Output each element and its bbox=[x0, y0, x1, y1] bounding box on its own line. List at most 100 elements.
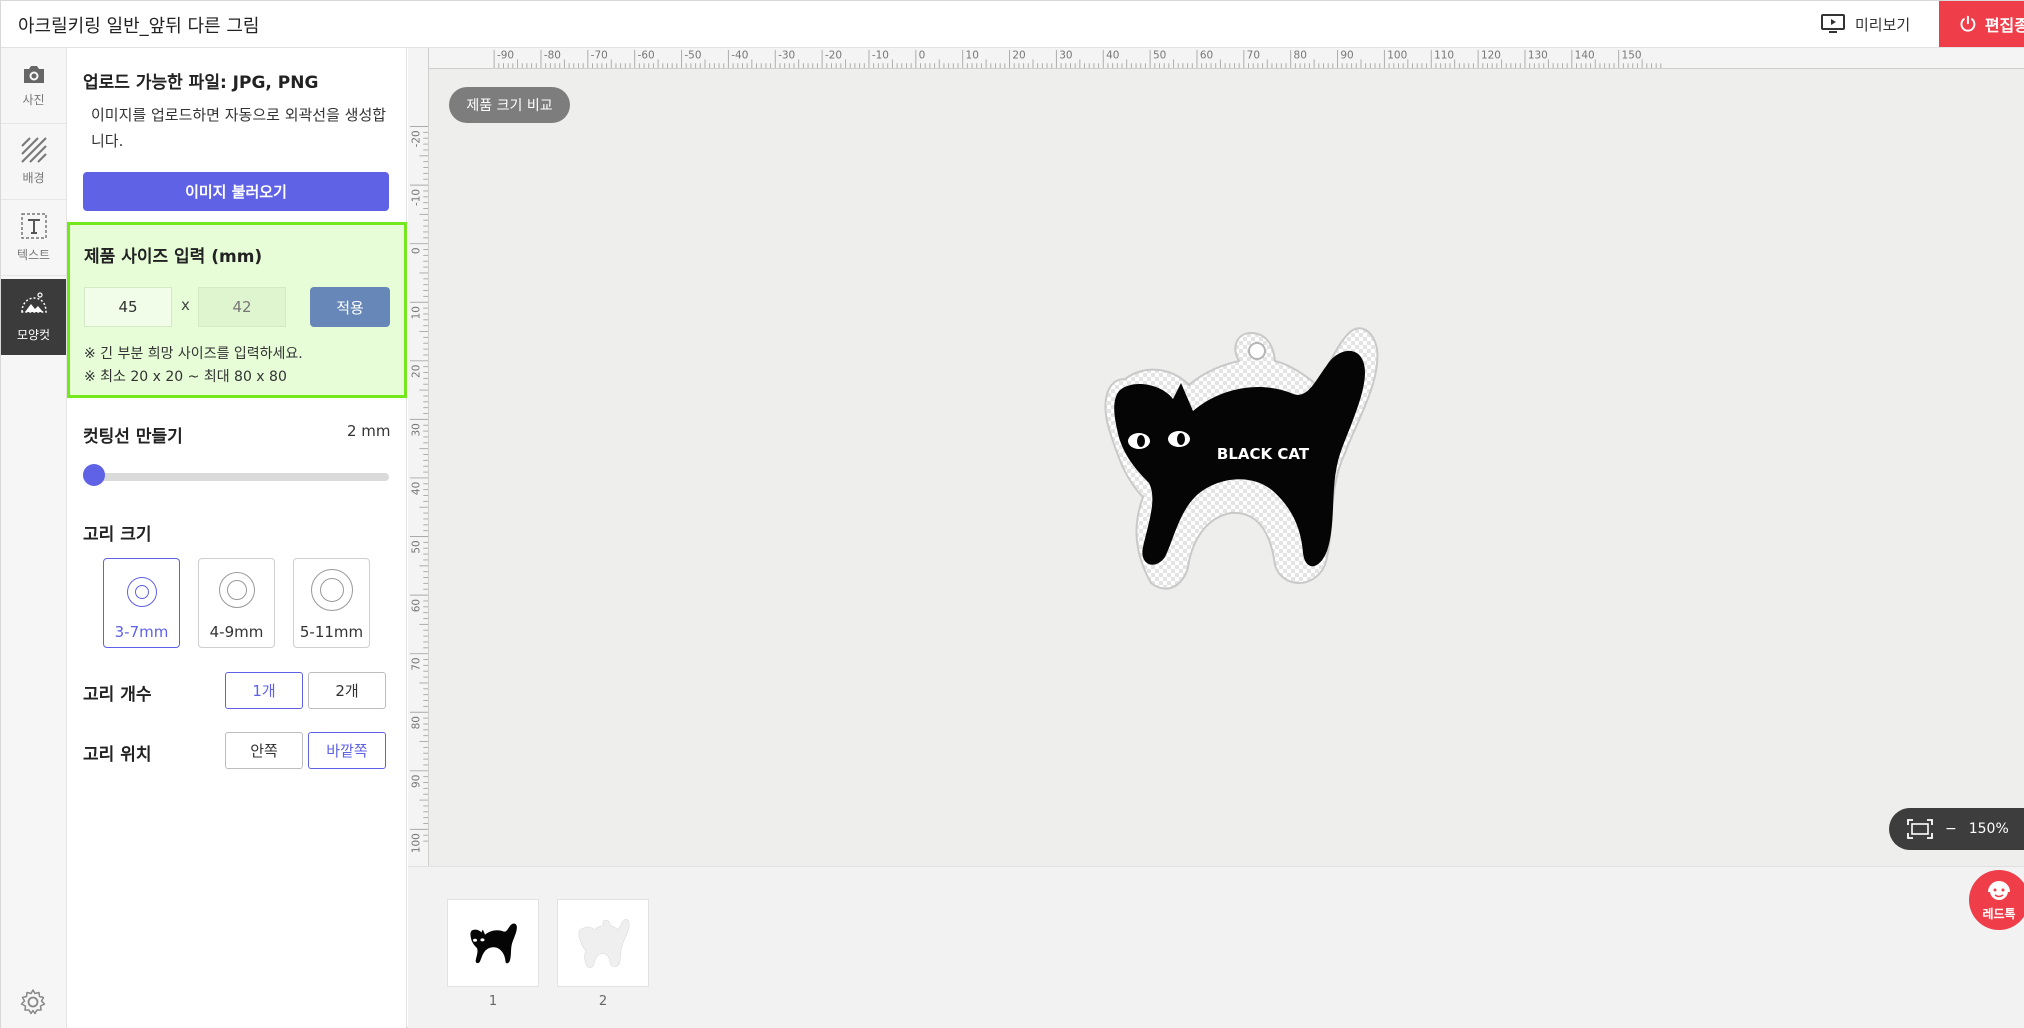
preview-button[interactable]: 미리보기 bbox=[1821, 1, 1939, 47]
power-icon bbox=[1960, 15, 1976, 32]
size-title: 제품 사이즈 입력 (mm) bbox=[84, 247, 263, 267]
headset-icon bbox=[1988, 880, 2010, 900]
ring-position-label: 고리 위치 bbox=[83, 745, 152, 765]
rail-item-label: 사진 bbox=[22, 93, 45, 107]
ruler-label: 90 bbox=[1340, 49, 1353, 61]
ring-size-caption: 3-7mm bbox=[114, 623, 169, 641]
monitor-play-icon bbox=[1821, 14, 1845, 33]
page-number: 1 bbox=[488, 994, 498, 1009]
zoom-control: − 150% bbox=[1889, 808, 2024, 850]
ruler-label: 120 bbox=[1481, 49, 1501, 61]
ring-position-inside-button[interactable]: 안쪽 bbox=[225, 732, 303, 769]
ring-size-label: 고리 크기 bbox=[83, 525, 152, 545]
rail-item-shape-cut[interactable]: 모양컷 bbox=[1, 279, 66, 355]
rail-item-label: 배경 bbox=[22, 171, 45, 185]
options-panel: 업로드 가능한 파일: JPG, PNG 이미지를 업로드하면 자동으로 외곽선… bbox=[67, 48, 407, 1028]
ring-count-1-button[interactable]: 1개 bbox=[225, 672, 303, 709]
ring-size-caption: 5-11mm bbox=[299, 623, 364, 641]
rail-item-text[interactable]: 텍스트 bbox=[1, 200, 66, 276]
cat-pupil-left bbox=[1137, 435, 1145, 447]
tool-rail: 사진 배경 텍스트 모양컷 bbox=[1, 48, 67, 1028]
ruler-label: -10 bbox=[410, 189, 422, 206]
ruler-label: 10 bbox=[410, 306, 422, 319]
ring-size-option-small[interactable]: 3-7mm bbox=[103, 558, 180, 648]
ruler-label: 150 bbox=[1622, 49, 1642, 61]
ring-count-2-button[interactable]: 2개 bbox=[308, 672, 386, 709]
ruler-label: 50 bbox=[410, 540, 422, 553]
height-input[interactable]: 42 bbox=[198, 287, 286, 327]
ruler-label: 60 bbox=[1200, 49, 1213, 61]
page-thumbnail[interactable] bbox=[557, 899, 649, 987]
ruler-label: -40 bbox=[731, 49, 748, 61]
cutline-slider-track[interactable] bbox=[83, 473, 389, 481]
ruler-label: 60 bbox=[410, 599, 422, 612]
ruler-label: -10 bbox=[872, 49, 889, 61]
app-window: 아크릴키링 일반_앞뒤 다른 그림 미리보기 편집종 사진 배경 텍스트 모양컷… bbox=[0, 0, 2024, 1028]
ring-size-option-medium[interactable]: 4-9mm bbox=[198, 558, 275, 648]
load-image-button[interactable]: 이미지 불러오기 bbox=[83, 172, 389, 211]
rail-item-background[interactable]: 배경 bbox=[1, 124, 66, 200]
edit-finish-label: 편집종 bbox=[1984, 16, 2024, 35]
ring-size-caption: 4-9mm bbox=[209, 623, 264, 641]
apply-button[interactable]: 적용 bbox=[310, 287, 390, 327]
artwork-text: BLACK CAT bbox=[1217, 445, 1310, 463]
ruler-left: -20 -10 0 10 20 30 40 50 60 70 80 90 100 bbox=[408, 48, 429, 866]
ruler-label: -20 bbox=[410, 130, 422, 147]
ruler-label: 80 bbox=[410, 716, 422, 729]
zoom-out-button[interactable]: − bbox=[1945, 821, 1957, 837]
ruler-label: 50 bbox=[1153, 49, 1166, 61]
ring-medium-icon bbox=[218, 572, 255, 608]
thumbnail-cat-back bbox=[578, 918, 630, 968]
ruler-label: 100 bbox=[1387, 49, 1407, 61]
ruler-label: -90 bbox=[497, 49, 514, 61]
keyring-artwork[interactable]: BLACK CAT bbox=[1091, 321, 1381, 591]
hatch-icon bbox=[20, 137, 47, 163]
camera-icon bbox=[23, 66, 44, 83]
ruler-label: 20 bbox=[1012, 49, 1025, 61]
rail-item-label: 모양컷 bbox=[16, 327, 51, 342]
ring-large-icon bbox=[310, 569, 353, 611]
ruler-label: -80 bbox=[544, 49, 561, 61]
chat-support-button[interactable]: 레드톡 bbox=[1969, 870, 2024, 930]
cutline-value: 2 mm bbox=[347, 422, 391, 440]
ring-size-option-large[interactable]: 5-11mm bbox=[293, 558, 370, 648]
ring-position-outside-button[interactable]: 바깥쪽 bbox=[308, 732, 386, 769]
ruler-label: 110 bbox=[1434, 49, 1454, 61]
zoom-level: 150% bbox=[1968, 821, 2009, 837]
upload-title: 업로드 가능한 파일: JPG, PNG bbox=[83, 73, 319, 93]
ruler-label: -50 bbox=[684, 49, 701, 61]
ruler-label: -60 bbox=[638, 49, 655, 61]
ruler-label: 0 bbox=[410, 247, 422, 254]
ruler-label: 100 bbox=[410, 833, 422, 853]
gear-icon bbox=[20, 989, 46, 1015]
page-thumbnail[interactable] bbox=[447, 899, 539, 987]
ruler-label: 30 bbox=[1059, 49, 1072, 61]
ruler-label: 70 bbox=[410, 657, 422, 670]
ruler-label: -70 bbox=[591, 49, 608, 61]
ruler-label: 20 bbox=[410, 365, 422, 378]
chat-label: 레드톡 bbox=[1982, 906, 2016, 921]
width-input[interactable]: 45 bbox=[84, 287, 172, 327]
ruler-label: 90 bbox=[410, 775, 422, 788]
ruler-label: 10 bbox=[966, 49, 979, 61]
size-separator: x bbox=[181, 296, 190, 314]
ring-count-label: 고리 개수 bbox=[83, 685, 152, 705]
ruler-label: 70 bbox=[1247, 49, 1260, 61]
fit-screen-icon[interactable] bbox=[1907, 819, 1933, 839]
ruler-label: 140 bbox=[1575, 49, 1595, 61]
product-size-box: 제품 사이즈 입력 (mm) 45 x 42 적용 ※ 긴 부분 희망 사이즈를… bbox=[67, 222, 407, 398]
ruler-label: 30 bbox=[410, 423, 422, 436]
top-header: 아크릴키링 일반_앞뒤 다른 그림 미리보기 편집종 bbox=[1, 1, 2024, 48]
thumbnail-cat-front bbox=[470, 923, 517, 964]
ruler-label: -30 bbox=[778, 49, 795, 61]
preview-label: 미리보기 bbox=[1855, 15, 1911, 34]
ruler-label: 0 bbox=[919, 49, 926, 61]
size-compare-button[interactable]: 제품 크기 비교 bbox=[449, 87, 570, 123]
ruler-label: 40 bbox=[1106, 49, 1119, 61]
cutline-slider-knob[interactable] bbox=[83, 464, 105, 486]
ruler-label: -20 bbox=[825, 49, 842, 61]
rail-item-photo[interactable]: 사진 bbox=[1, 48, 66, 124]
edit-finish-button[interactable]: 편집종 bbox=[1939, 1, 2024, 47]
settings-button[interactable] bbox=[19, 988, 47, 1020]
page-thumbnail-strip bbox=[408, 866, 2024, 1028]
